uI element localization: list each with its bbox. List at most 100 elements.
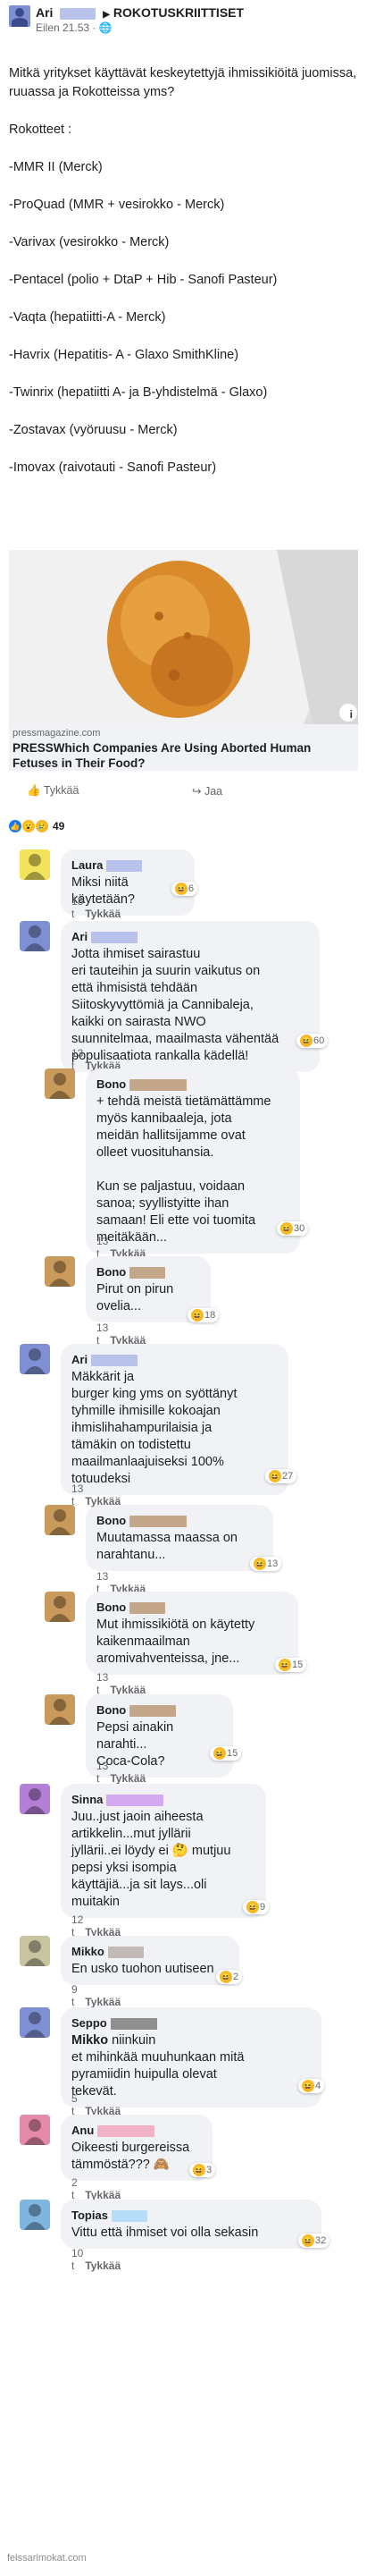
- reaction-count: 9: [260, 1902, 266, 1913]
- name-redaction: [111, 2210, 147, 2223]
- comment-bubble: Bono Muutamassa maassa on narahtanu...: [86, 1505, 273, 1571]
- commenter-name[interactable]: Bono: [96, 1512, 263, 1529]
- commenter-avatar[interactable]: [20, 2007, 50, 2038]
- comment-reactions[interactable]: 😆 32: [298, 2234, 330, 2248]
- author-name[interactable]: Ari: [36, 5, 53, 20]
- commenter-avatar[interactable]: [20, 1936, 50, 1966]
- comment-time[interactable]: 5 t: [71, 2092, 78, 2117]
- vaccine-line: -Pentacel (polio + DtaP + Hib - Sanofi P…: [9, 273, 278, 287]
- comment-meta: 13 t Tykkää: [96, 1760, 146, 1785]
- commenter-avatar[interactable]: [45, 1068, 75, 1099]
- share-icon: ↪: [192, 785, 202, 798]
- group-name[interactable]: ROKOTUSKRIITTISET: [113, 5, 244, 20]
- comment-like-button[interactable]: Tykkää: [85, 1996, 121, 2008]
- comment-time[interactable]: 9 t: [71, 1983, 78, 2008]
- commenter-name[interactable]: Ari: [71, 1351, 278, 1368]
- name-redaction: [60, 7, 96, 20]
- comment-time[interactable]: 12 t: [71, 1913, 83, 1938]
- reaction-count: 32: [315, 2235, 327, 2246]
- comment-time[interactable]: 13 t: [96, 1671, 108, 1696]
- comment-like-button[interactable]: Tykkää: [110, 1772, 146, 1785]
- share-button[interactable]: ↪ Jaa: [192, 784, 222, 798]
- haha-reaction-icon: 😆: [191, 1309, 204, 1322]
- commenter-avatar[interactable]: [20, 2200, 50, 2230]
- comment-reactions[interactable]: 😆 3: [189, 2163, 216, 2177]
- comment-reactions[interactable]: 😆 6: [171, 882, 198, 896]
- comment-reactions[interactable]: 😆 18: [188, 1308, 220, 1322]
- comment-reactions[interactable]: 😆 60: [296, 1034, 329, 1048]
- name-redaction: [107, 1947, 144, 1959]
- commenter-avatar[interactable]: [45, 1256, 75, 1287]
- comment-meta: 13 t Tykkää: [96, 1671, 146, 1696]
- comment-reactions[interactable]: 😆 30: [277, 1221, 309, 1236]
- post-header: Ari ▶ ROKOTUSKRIITTISET Eilen 21.53 · 🌐: [0, 0, 367, 54]
- comment-meta: 10 t Tykkää: [71, 2247, 121, 2272]
- name-redaction: [97, 2125, 155, 2138]
- wow-reaction-icon: 😮: [22, 820, 35, 832]
- comment-reactions[interactable]: 😆 27: [265, 1469, 297, 1483]
- commenter-name[interactable]: Bono: [96, 1076, 289, 1093]
- like-button[interactable]: 👍 Tykkää: [27, 784, 79, 798]
- comment-reactions[interactable]: 😆 15: [275, 1658, 307, 1672]
- comment-time[interactable]: 13 t: [71, 895, 83, 920]
- author-avatar[interactable]: [9, 5, 30, 27]
- info-icon[interactable]: i: [350, 708, 353, 721]
- commenter-name[interactable]: Mikko: [71, 1943, 229, 1960]
- comment-meta: 9 t Tykkää: [71, 1983, 121, 2008]
- comment-time[interactable]: 13 t: [96, 1322, 108, 1347]
- commenter-name[interactable]: Bono: [96, 1263, 200, 1280]
- comment-like-button[interactable]: Tykkää: [85, 908, 121, 920]
- link-card[interactable]: pressmagazine.com PRESSWhich Companies A…: [9, 724, 358, 771]
- comment-time[interactable]: 13 t: [96, 1760, 108, 1785]
- comment-reactions[interactable]: 😆 2: [216, 1970, 243, 1984]
- haha-reaction-icon: 😆: [175, 883, 188, 895]
- commenter-name[interactable]: Laura: [71, 857, 184, 874]
- name-redaction: [91, 932, 138, 944]
- reaction-count: 18: [204, 1310, 216, 1321]
- comment-time[interactable]: 2 t: [71, 2176, 78, 2201]
- commenter-avatar[interactable]: [45, 1694, 75, 1725]
- reaction-count: 30: [294, 1223, 305, 1234]
- commenter-name[interactable]: Bono: [96, 1702, 222, 1719]
- comment-reactions[interactable]: 😆 4: [298, 2079, 325, 2093]
- comment-meta: 13 t Tykkää: [96, 1322, 146, 1347]
- commenter-avatar[interactable]: [20, 1784, 50, 1814]
- reaction-count: 27: [282, 1471, 294, 1482]
- comment-time[interactable]: 10 t: [71, 2247, 83, 2272]
- commenter-name[interactable]: Topias: [71, 2207, 311, 2224]
- link-preview-image[interactable]: i: [9, 550, 358, 724]
- commenter-name[interactable]: Seppo: [71, 2014, 311, 2031]
- comment-reactions[interactable]: 😆 9: [243, 1900, 270, 1914]
- commenter-avatar[interactable]: [20, 849, 50, 880]
- vaccine-line: -ProQuad (MMR + vesirokko - Merck): [9, 198, 225, 212]
- commenter-name[interactable]: Bono: [96, 1599, 288, 1616]
- comment-time[interactable]: 13 t: [71, 1482, 83, 1508]
- commenter-name[interactable]: Sinna: [71, 1791, 255, 1808]
- haha-reaction-icon: 😆: [279, 1659, 291, 1671]
- commenter-avatar[interactable]: [45, 1592, 75, 1622]
- reaction-count: 4: [315, 2081, 321, 2091]
- commenter-avatar[interactable]: [45, 1505, 75, 1535]
- post-time[interactable]: Eilen 21.53: [36, 21, 89, 34]
- commenter-avatar[interactable]: [20, 921, 50, 951]
- commenter-avatar[interactable]: [20, 1344, 50, 1374]
- post-actions: 👍 Tykkää ↪ Jaa: [9, 782, 358, 809]
- comment-reactions[interactable]: 😆 15: [210, 1746, 242, 1761]
- comment-text: En usko tuohon uutiseen: [71, 1962, 214, 1976]
- comment-bubble: Ari Mäkkärit ja burger king yms on syöttä…: [61, 1344, 288, 1495]
- comment-reactions[interactable]: 😆 13: [250, 1557, 282, 1571]
- comment-like-button[interactable]: Tykkää: [85, 2259, 121, 2272]
- reaction-summary[interactable]: 👍 😮 😢 49: [9, 820, 64, 832]
- reaction-count: 2: [233, 1972, 239, 1982]
- link-title: PRESSWhich Companies Are Using Aborted H…: [13, 741, 312, 770]
- mention-link[interactable]: Mikko: [71, 2033, 112, 2048]
- name-redaction: [106, 1795, 164, 1807]
- commenter-name[interactable]: Anu: [71, 2122, 202, 2139]
- vaccine-line: -Twinrix (hepatiitti A- ja B-yhdistelmä …: [9, 385, 268, 400]
- commenter-avatar[interactable]: [20, 2115, 50, 2145]
- comment-text: Pirut on pirun ovelia...: [96, 1282, 174, 1313]
- comment-text: Vittu että ihmiset voi olla sekasin: [71, 2225, 259, 2240]
- commenter-name[interactable]: Ari: [71, 928, 309, 945]
- haha-reaction-icon: 😆: [246, 1901, 259, 1913]
- comment-meta: 13 t Tykkää: [71, 895, 121, 920]
